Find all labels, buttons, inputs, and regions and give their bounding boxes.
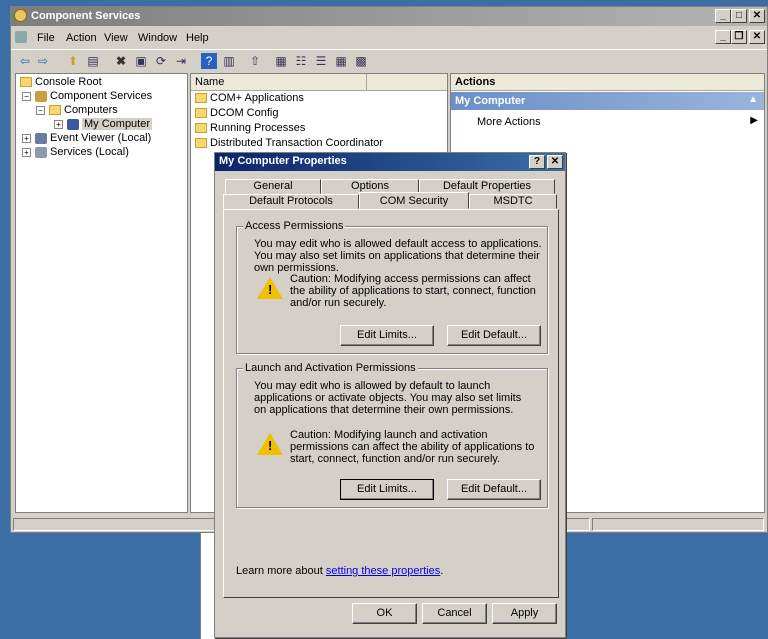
show-hide-tree-icon[interactable]: ▤ — [85, 53, 101, 69]
warning-icon: ! — [257, 433, 283, 455]
minimize-button[interactable]: _ — [715, 9, 731, 23]
expand-icon[interactable]: + — [22, 133, 31, 143]
menu-action[interactable]: Action — [66, 32, 97, 44]
list-item[interactable]: Running Processes — [195, 122, 305, 134]
tab-msdtc[interactable]: MSDTC — [469, 194, 557, 209]
tree-item-component-services[interactable]: − Component Services — [22, 90, 152, 102]
tab-general[interactable]: General — [225, 179, 321, 194]
maximize-button[interactable]: □ — [731, 9, 747, 23]
actions-header: Actions — [451, 74, 764, 91]
child-close-button[interactable]: ✕ — [749, 30, 765, 44]
menu-bar: File Action View Window Help _ ❐ ✕ — [11, 28, 767, 48]
toolbar: ⇦ ⇨ ⬆ ▤ ✖ ▣ ⟳ ⇥ ? ▥ ⇧ ▦ ☷ ☰ ▦ ▩ — [11, 49, 767, 74]
collapse-icon[interactable]: − — [36, 105, 45, 115]
app-icon — [14, 9, 27, 22]
access-edit-limits-button[interactable]: Edit Limits... — [340, 325, 434, 346]
menu-view[interactable]: View — [104, 32, 128, 44]
dialog-title: My Computer Properties — [219, 155, 347, 167]
tree-item-services[interactable]: + Services (Local) — [22, 146, 129, 158]
access-description: You may edit who is allowed default acce… — [254, 238, 542, 274]
menu-window[interactable]: Window — [138, 32, 177, 44]
tree-item-console-root[interactable]: Console Root — [20, 76, 102, 88]
expand-icon[interactable]: + — [54, 119, 63, 129]
small-icons-icon[interactable]: ☷ — [293, 53, 309, 69]
dialog-title-bar[interactable]: My Computer Properties ? ✕ — [215, 153, 565, 171]
collapse-icon[interactable]: − — [22, 91, 31, 101]
menu-file[interactable]: File — [37, 32, 55, 44]
group-label: Access Permissions — [243, 220, 346, 232]
launch-edit-default-button[interactable]: Edit Default... — [447, 479, 541, 500]
dialog-help-button[interactable]: ? — [529, 155, 545, 169]
access-caution: Caution: Modifying access permissions ca… — [290, 273, 536, 309]
tree-item-my-computer[interactable]: + My Computer — [54, 118, 153, 130]
actions-more-actions[interactable]: More Actions ▶ — [451, 114, 764, 130]
apply-button[interactable]: Apply — [492, 603, 557, 624]
tab-default-protocols[interactable]: Default Protocols — [223, 194, 359, 209]
services-icon — [35, 146, 47, 158]
tree-item-event-viewer[interactable]: + Event Viewer (Local) — [22, 132, 151, 144]
up-folder-icon[interactable]: ⬆ — [65, 53, 81, 69]
title-bar[interactable]: Component Services _ □ ✕ — [11, 7, 767, 26]
help-icon[interactable]: ? — [201, 53, 217, 69]
launch-caution: Caution: Modifying launch and activation… — [290, 429, 535, 465]
list-item[interactable]: COM+ Applications — [195, 92, 304, 104]
large-icons-icon[interactable]: ▦ — [273, 53, 289, 69]
expand-icon[interactable]: + — [22, 147, 31, 157]
launch-edit-limits-button[interactable]: Edit Limits... — [340, 479, 434, 500]
tab-page-com-security: Access Permissions You may edit who is a… — [223, 209, 559, 598]
submenu-arrow-icon: ▶ — [750, 115, 758, 126]
actions-section-my-computer[interactable]: My Computer ▲ — [451, 92, 764, 110]
window-title: Component Services — [31, 10, 141, 22]
menu-app-icon — [15, 31, 27, 43]
list-view-icon[interactable]: ☰ — [313, 53, 329, 69]
learn-more-link[interactable]: setting these properties — [326, 565, 440, 577]
child-minimize-button[interactable]: _ — [715, 30, 731, 44]
group-access-permissions: Access Permissions You may edit who is a… — [236, 220, 548, 354]
cancel-button[interactable]: Cancel — [422, 603, 487, 624]
menu-help[interactable]: Help — [186, 32, 209, 44]
group-launch-activation: Launch and Activation Permissions You ma… — [236, 362, 548, 508]
detail-view-icon[interactable]: ▦ — [333, 53, 349, 69]
access-edit-default-button[interactable]: Edit Default... — [447, 325, 541, 346]
delete-icon[interactable]: ✖ — [113, 53, 129, 69]
tab-com-security[interactable]: COM Security — [359, 192, 469, 209]
warning-icon: ! — [257, 277, 283, 299]
console-tree: Console Root − Component Services − Comput… — [15, 73, 188, 513]
folder-icon — [49, 105, 61, 116]
event-viewer-icon — [35, 132, 47, 144]
folder-icon — [195, 138, 207, 149]
properties-dialog: My Computer Properties ? ✕ General Optio… — [214, 152, 566, 638]
console-tree-icon[interactable]: ▥ — [221, 53, 237, 69]
computer-icon — [67, 118, 79, 130]
folder-icon — [20, 77, 32, 88]
ok-button[interactable]: OK — [352, 603, 417, 624]
back-icon[interactable]: ⇦ — [17, 53, 33, 69]
list-item[interactable]: Distributed Transaction Coordinator — [195, 137, 383, 149]
group-label: Launch and Activation Permissions — [243, 362, 418, 374]
refresh-icon[interactable]: ⟳ — [153, 53, 169, 69]
folder-icon — [195, 123, 207, 134]
tree-item-computers[interactable]: − Computers — [36, 104, 118, 116]
column-header-empty[interactable] — [367, 74, 447, 91]
properties-icon[interactable]: ▣ — [133, 53, 149, 69]
learn-more-text: Learn more about setting these propertie… — [236, 565, 444, 577]
collapse-up-icon[interactable]: ▲ — [748, 94, 758, 105]
status-panel-3 — [592, 518, 764, 531]
launch-description: You may edit who is allowed by default t… — [254, 380, 522, 416]
component-services-icon — [35, 90, 47, 102]
forward-icon[interactable]: ⇨ — [35, 53, 51, 69]
folder-icon — [195, 93, 207, 104]
config-icon[interactable]: ▩ — [353, 53, 369, 69]
folder-icon — [195, 108, 207, 119]
up-level-icon[interactable]: ⇧ — [247, 53, 263, 69]
list-item[interactable]: DCOM Config — [195, 107, 278, 119]
close-button[interactable]: ✕ — [749, 9, 765, 23]
dialog-close-button[interactable]: ✕ — [547, 155, 563, 169]
export-icon[interactable]: ⇥ — [173, 53, 189, 69]
child-restore-button[interactable]: ❐ — [731, 30, 747, 44]
column-header-name[interactable]: Name — [191, 74, 367, 91]
